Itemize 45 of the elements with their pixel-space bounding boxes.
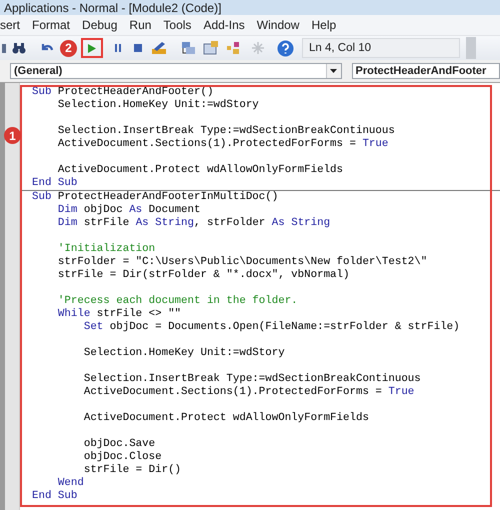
- code-line: End Sub: [32, 177, 78, 190]
- menu-item[interactable]: sert: [0, 18, 20, 32]
- code-line: 'Initialization: [56, 243, 156, 256]
- code-line: Dim objDoc As Document: [56, 204, 202, 217]
- code-line: Selection.InsertBreak Type:=wdSectionBreakContinuous: [56, 125, 396, 138]
- code-line: ActiveDocument.Protect wdAllowOnlyFormFields: [56, 164, 344, 177]
- cursor-position-field: Ln 4, Col 10: [302, 38, 460, 58]
- code-line: Selection.InsertBreak Type:=wdSectionBreakContinuous: [82, 373, 422, 386]
- code-line: ActiveDocument.Sections(1).ProtectedForForms = True: [82, 386, 416, 399]
- menu-item[interactable]: Format: [32, 18, 70, 32]
- menu-item[interactable]: Add-Ins: [203, 18, 245, 32]
- code-line: ActiveDocument.Protect wdAllowOnlyFormFields: [82, 412, 370, 425]
- menu-item[interactable]: Tools: [163, 18, 192, 32]
- help-icon[interactable]: [277, 40, 294, 56]
- menu-item[interactable]: Help: [311, 18, 336, 32]
- code-line: objDoc.Save: [82, 438, 156, 451]
- code-line: strFile = Dir(): [83, 464, 182, 477]
- code-line: Sub ProtectHeaderAndFooter(): [32, 86, 214, 99]
- code-line: Set objDoc = Documents.Open(FileName:=strFolder & strFile): [82, 321, 461, 334]
- code-line: Dim strFile As String, strFolder As String: [56, 217, 332, 230]
- code-line: Selection.HomeKey Unit:=wdStory: [82, 347, 286, 360]
- callout-badge: 2: [60, 40, 77, 56]
- code-line: objDoc.Close: [82, 451, 163, 464]
- run-icon: [88, 44, 96, 52]
- code-line: End Sub: [32, 490, 78, 503]
- binoculars-icon[interactable]: [12, 41, 26, 55]
- menu-item[interactable]: Debug: [82, 18, 118, 32]
- code-line: ActiveDocument.Sections(1).ProtectedForForms = True: [56, 138, 390, 151]
- code-line: strFolder = "C:\Users\Public\Documents\New folder\Test2\": [56, 256, 428, 269]
- code-line: Wend: [56, 477, 85, 490]
- procedure-dropdown[interactable]: ProtectHeaderAndFooter: [352, 63, 500, 79]
- menu-item[interactable]: Run: [129, 18, 152, 32]
- object-dropdown[interactable]: (General): [10, 63, 342, 79]
- code-line: While strFile <> "": [56, 308, 182, 321]
- menu-item[interactable]: Window: [256, 18, 300, 32]
- dropdown-arrow-icon: [330, 69, 338, 73]
- stop-icon[interactable]: [133, 43, 143, 53]
- code-line: 'Precess each document in the folder.: [56, 295, 299, 308]
- code-line: Sub ProtectHeaderAndFooterInMultiDoc(): [32, 191, 280, 204]
- pause-icon[interactable]: [113, 43, 123, 53]
- run-button[interactable]: [81, 38, 103, 58]
- code-line: strFile = Dir(strFolder & "*.docx", vbNormal): [56, 269, 350, 282]
- window-title: Applications - Normal - [Module2 (Code)]: [4, 0, 222, 14]
- code-line: Selection.HomeKey Unit:=wdStory: [56, 99, 260, 112]
- toolbar-grip[interactable]: [466, 37, 476, 59]
